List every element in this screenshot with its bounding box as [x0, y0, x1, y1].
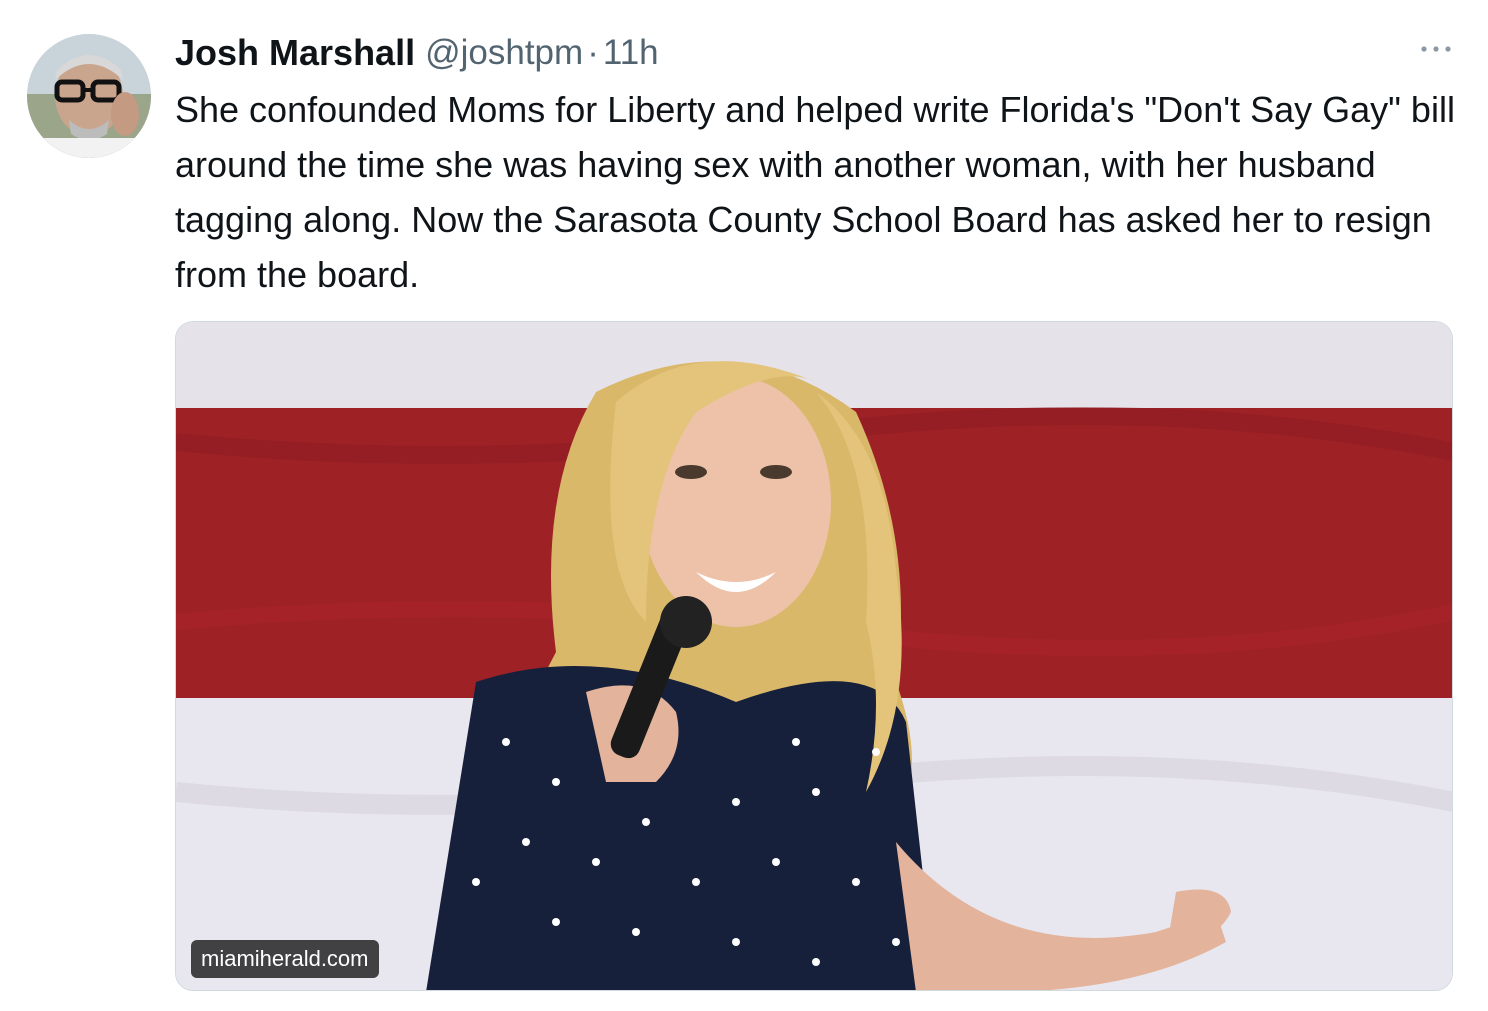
author-handle[interactable]: @joshtpm — [425, 33, 583, 73]
media-source-badge: miamiherald.com — [191, 940, 379, 978]
avatar[interactable] — [27, 34, 151, 158]
tweet-timestamp[interactable]: 11h — [603, 33, 659, 73]
more-options-button[interactable] — [1416, 34, 1456, 64]
tweet-text: She confounded Moms for Liberty and help… — [175, 89, 1455, 295]
tweet-header: Josh Marshall @joshtpm · 11h — [175, 28, 659, 78]
tweet-media[interactable]: miamiherald.com — [175, 321, 1453, 991]
avatar-photo — [27, 34, 151, 158]
media-photo — [176, 322, 1452, 990]
more-icon — [1421, 46, 1451, 52]
separator-dot: · — [587, 33, 599, 72]
author-name[interactable]: Josh Marshall — [175, 32, 415, 74]
